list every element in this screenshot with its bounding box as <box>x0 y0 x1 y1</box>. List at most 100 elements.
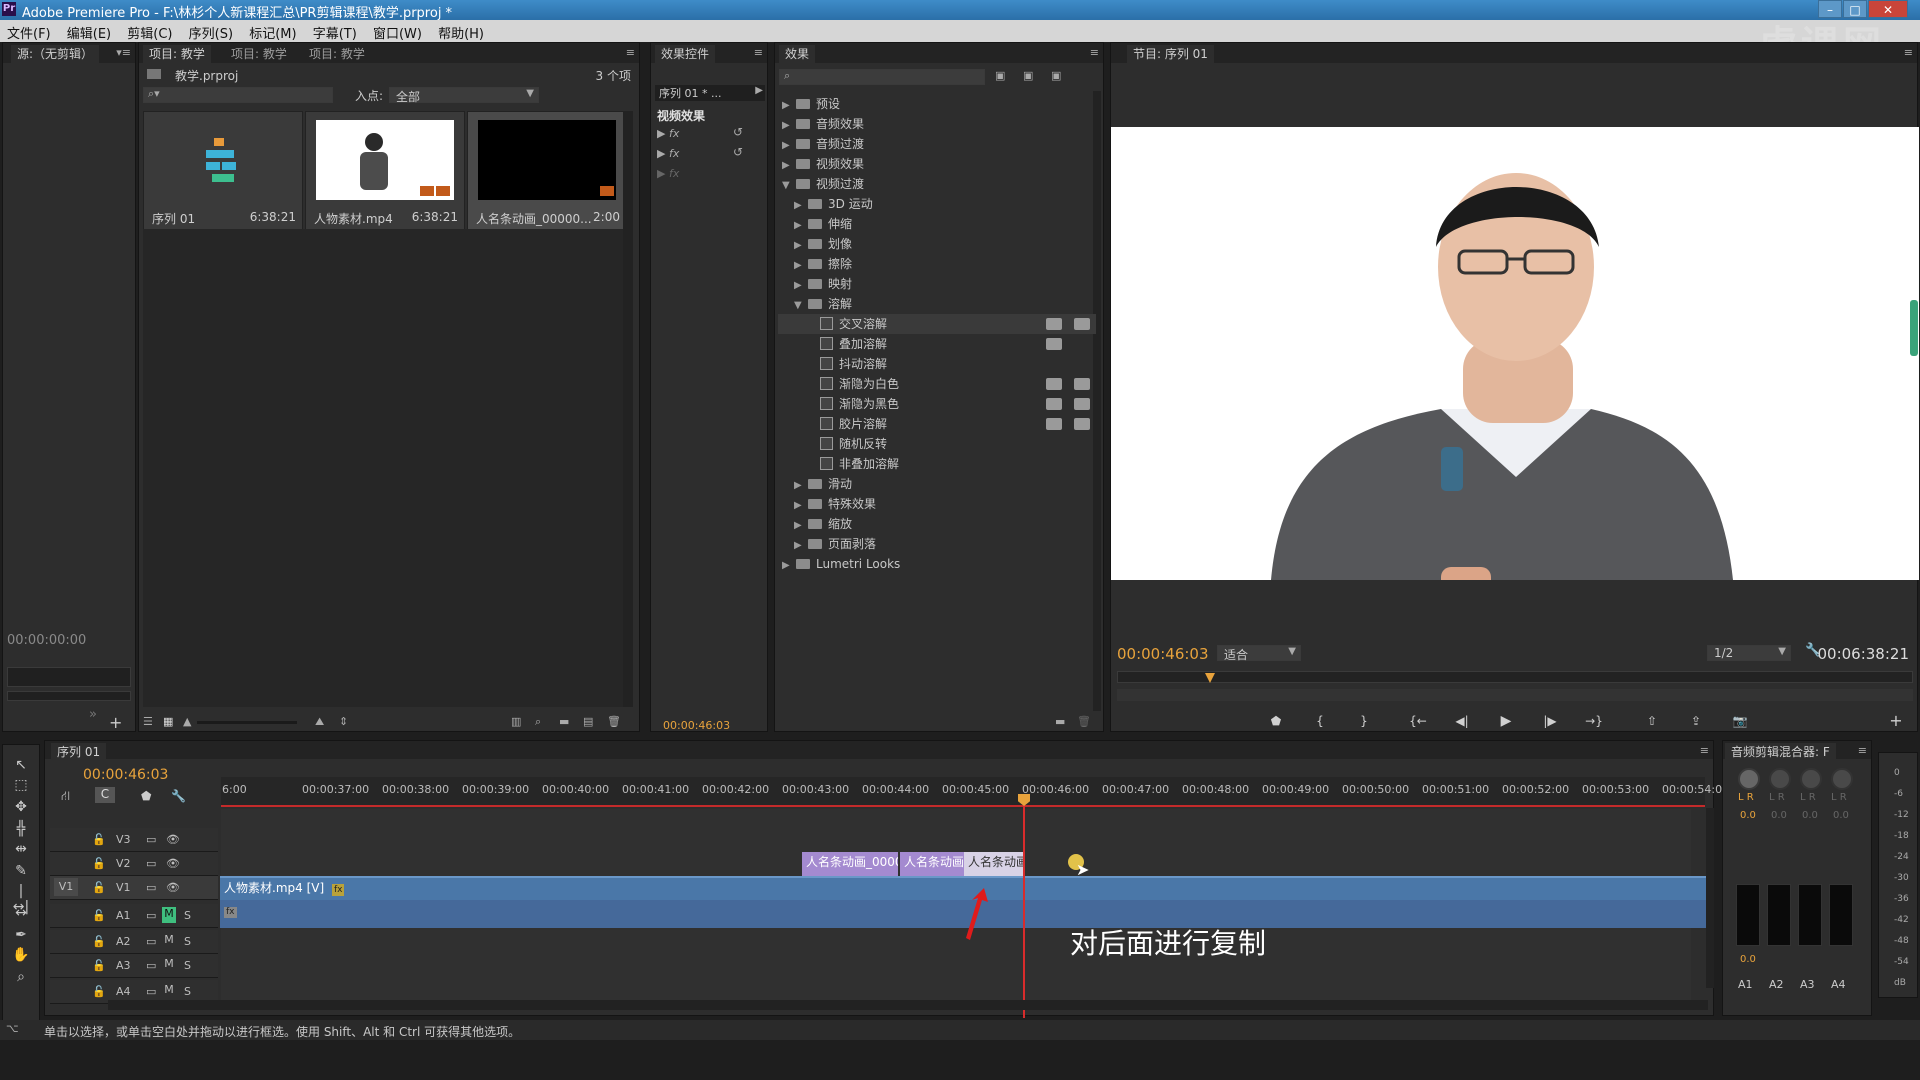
add-icon[interactable]: + <box>109 713 122 732</box>
rolling-edit-tool-icon[interactable]: ╬ <box>11 821 31 839</box>
mark-in-icon[interactable]: { <box>1307 711 1333 731</box>
sort-icon[interactable]: ⇕ <box>339 715 348 728</box>
play-triangle-icon[interactable]: ▶ <box>755 85 763 96</box>
expand-right-icon[interactable]: ▶ <box>794 496 804 516</box>
go-to-in-icon[interactable]: {← <box>1405 711 1431 731</box>
effects-tree-item[interactable]: 随机反转 <box>778 434 1096 454</box>
accelerated-effects-icon[interactable]: ▣ <box>995 69 1005 82</box>
project-empty-area[interactable] <box>143 229 631 707</box>
mute-toggle[interactable]: M <box>162 907 176 923</box>
tab-effect-controls[interactable]: 效果控件 <box>655 45 716 63</box>
mute-toggle[interactable]: M <box>162 957 176 973</box>
step-back-icon[interactable]: ◀| <box>1449 711 1475 731</box>
sync-lock-icon[interactable]: ▭ <box>146 985 156 998</box>
fx-time-remap-row[interactable]: ▶ fx <box>657 167 679 180</box>
panel-menu-icon[interactable]: ≡ <box>1090 46 1099 59</box>
effects-tree-item[interactable]: ▶ 音频过渡 <box>778 134 1096 154</box>
yuv-effects-icon[interactable]: ▣ <box>1051 69 1061 82</box>
project-item-video[interactable]: 人物素材.mp4 6:38:21 <box>305 111 465 231</box>
panel-menu-icon[interactable]: ≡ <box>1858 744 1867 757</box>
reset-icon[interactable]: ↺ <box>733 145 743 159</box>
tab-project-1[interactable]: 项目: 教学 <box>143 45 211 63</box>
step-forward-icon[interactable]: |▶ <box>1537 711 1563 731</box>
new-bin-icon[interactable]: ▬ <box>1055 715 1065 728</box>
list-view-icon[interactable]: ☰ <box>143 715 153 728</box>
forward-icon[interactable]: » <box>89 707 97 722</box>
menu-clip[interactable]: 剪辑(C) <box>120 20 177 42</box>
close-button[interactable]: ✕ <box>1868 0 1908 18</box>
pan-value[interactable]: 0.0 <box>1771 810 1787 821</box>
lock-icon[interactable]: 🔓 <box>92 985 106 998</box>
project-item-sequence[interactable]: 序列 01 6:38:21 <box>143 111 303 231</box>
effects-tree-item[interactable]: 抖动溶解 <box>778 354 1096 374</box>
lock-icon[interactable]: 🔓 <box>92 881 106 894</box>
expand-right-icon[interactable]: ▶ <box>794 536 804 556</box>
fit-select[interactable]: 适合 ▼ <box>1217 645 1301 662</box>
new-bin-icon[interactable]: ▬ <box>559 715 569 728</box>
extract-icon[interactable]: ⇪ <box>1683 711 1709 731</box>
expand-right-icon[interactable]: ▶ <box>782 136 792 156</box>
sync-lock-icon[interactable]: ▭ <box>146 909 156 922</box>
mute-toggle[interactable]: M <box>162 983 176 999</box>
effects-tree-item[interactable]: ▶ 映射 <box>778 274 1096 294</box>
eye-icon[interactable]: 👁 <box>166 857 180 870</box>
effects-tree-item[interactable]: ▶ 伸缩 <box>778 214 1096 234</box>
sync-lock-icon[interactable]: ▭ <box>146 881 156 894</box>
effects-tree-item[interactable]: 胶片溶解 <box>778 414 1096 434</box>
mute-toggle[interactable]: M <box>162 933 176 949</box>
source-patch-v1[interactable]: V1 <box>54 878 78 896</box>
tab-project-3[interactable]: 项目: 教学 <box>303 45 371 63</box>
tab-sequence[interactable]: 序列 01 <box>51 743 107 761</box>
new-item-icon[interactable]: ▤ <box>583 715 593 728</box>
timeline-scrollbar[interactable] <box>1706 808 1714 988</box>
program-zoom-bar[interactable] <box>1117 689 1913 701</box>
pen-tool-icon[interactable]: ✒ <box>11 927 31 945</box>
panel-menu-icon[interactable]: ≡ <box>1904 46 1913 59</box>
expand-right-icon[interactable]: ▶ <box>794 516 804 536</box>
effects-tree-item[interactable]: ▶ 3D 运动 <box>778 194 1096 214</box>
lock-icon[interactable]: 🔓 <box>92 909 106 922</box>
v2-clip-1[interactable]: 人名条动画_0000 <box>802 852 898 876</box>
pan-value[interactable]: 0.0 <box>1802 810 1818 821</box>
menu-edit[interactable]: 编辑(E) <box>60 20 116 42</box>
menu-marker[interactable]: 标记(M) <box>242 20 301 42</box>
effects-tree-item[interactable]: ▶ 音频效果 <box>778 114 1096 134</box>
expand-right-icon[interactable]: ▶ <box>794 216 804 236</box>
lift-icon[interactable]: ⇧ <box>1639 711 1665 731</box>
zoom-tool-icon[interactable]: ⌕ <box>11 969 31 987</box>
sync-lock-icon[interactable]: ▭ <box>146 935 156 948</box>
v2-clip-3[interactable]: 人名条动画 <box>964 852 1024 876</box>
add-marker-icon[interactable]: ⬟ <box>141 789 151 803</box>
menu-file[interactable]: 文件(F) <box>0 20 56 42</box>
expand-down-icon[interactable]: ▼ <box>782 176 792 196</box>
lock-icon[interactable]: 🔓 <box>92 833 106 846</box>
effects-tree-item[interactable]: 叠加溶解 <box>778 334 1096 354</box>
zoom-in-icon[interactable]: ⛰ <box>315 715 324 729</box>
effects-tree-item[interactable]: ▶ 页面剥落 <box>778 534 1096 554</box>
timeline-timecode[interactable]: 00:00:46:03 <box>83 767 168 783</box>
panel-menu-icon[interactable]: ≡ <box>754 46 763 59</box>
solo-toggle[interactable]: S <box>184 985 191 998</box>
expand-right-icon[interactable]: ▶ <box>794 256 804 276</box>
fader-value[interactable]: 0.0 <box>1740 954 1756 965</box>
ripple-edit-tool-icon[interactable]: ✥ <box>11 799 31 817</box>
zoom-out-icon[interactable]: ▲ <box>183 715 191 728</box>
program-timecode[interactable]: 00:00:46:03 <box>1117 645 1209 663</box>
tab-audio-mixer[interactable]: 音频剪辑混合器: F <box>1725 743 1836 761</box>
program-timeline-ruler[interactable] <box>1117 671 1913 683</box>
expand-right-icon[interactable]: ▶ <box>782 96 792 116</box>
selection-tool-icon[interactable]: ↖ <box>11 757 31 775</box>
in-point-select[interactable]: 全部 ▼ <box>389 87 539 104</box>
solo-toggle[interactable]: S <box>184 935 191 948</box>
project-scrollbar[interactable] <box>623 111 633 707</box>
play-icon[interactable]: ▶ <box>1493 711 1519 731</box>
menu-sequence[interactable]: 序列(S) <box>182 20 238 42</box>
panel-menu-icon[interactable]: ≡ <box>626 46 635 59</box>
effect-controls-timecode[interactable]: 00:00:46:03 <box>663 719 730 732</box>
tab-source[interactable]: 源:（无剪辑） <box>11 45 100 63</box>
pan-value[interactable]: 0.0 <box>1833 810 1849 821</box>
audio-track-header[interactable]: 🔓 A3 ▭ M S <box>50 954 218 978</box>
pan-knob[interactable] <box>1831 768 1853 790</box>
automate-icon[interactable]: ▥ <box>511 715 521 728</box>
pan-knob[interactable] <box>1769 768 1791 790</box>
